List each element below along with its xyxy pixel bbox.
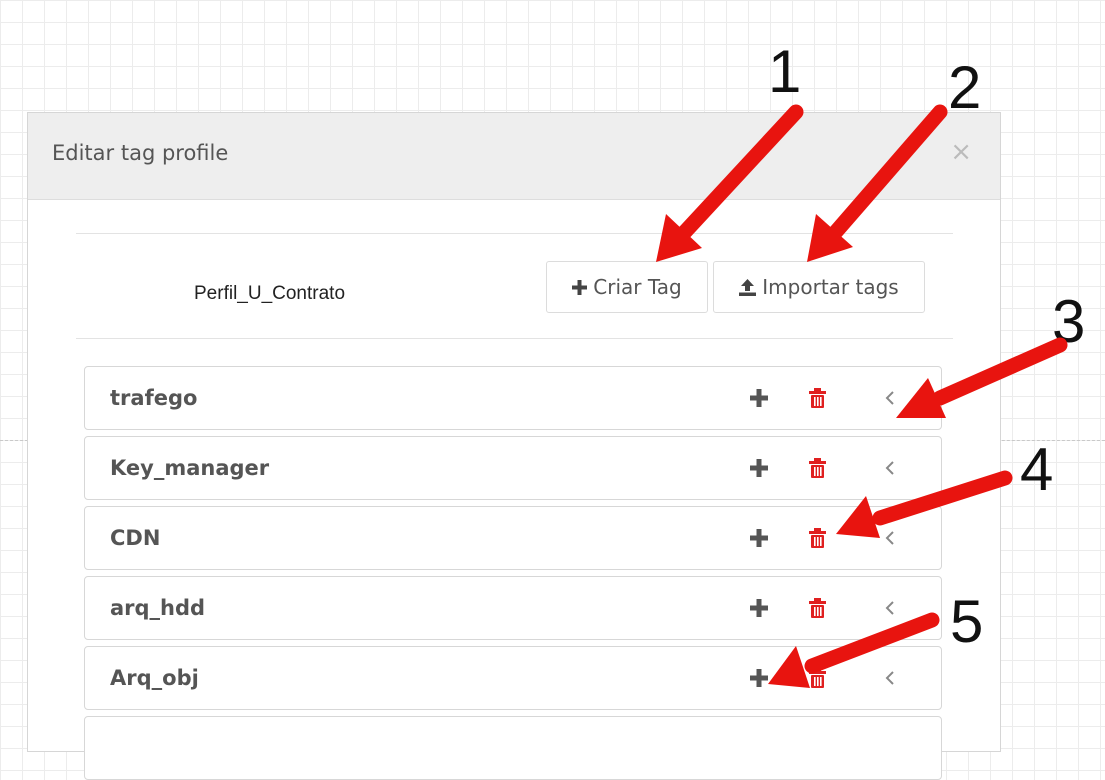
arrow-1 [656,104,804,262]
arrow-3 [896,337,1068,418]
arrow-2 [807,104,948,262]
arrow-4 [836,470,1013,538]
annotation-arrows [656,104,1068,688]
arrow-5 [768,612,940,688]
